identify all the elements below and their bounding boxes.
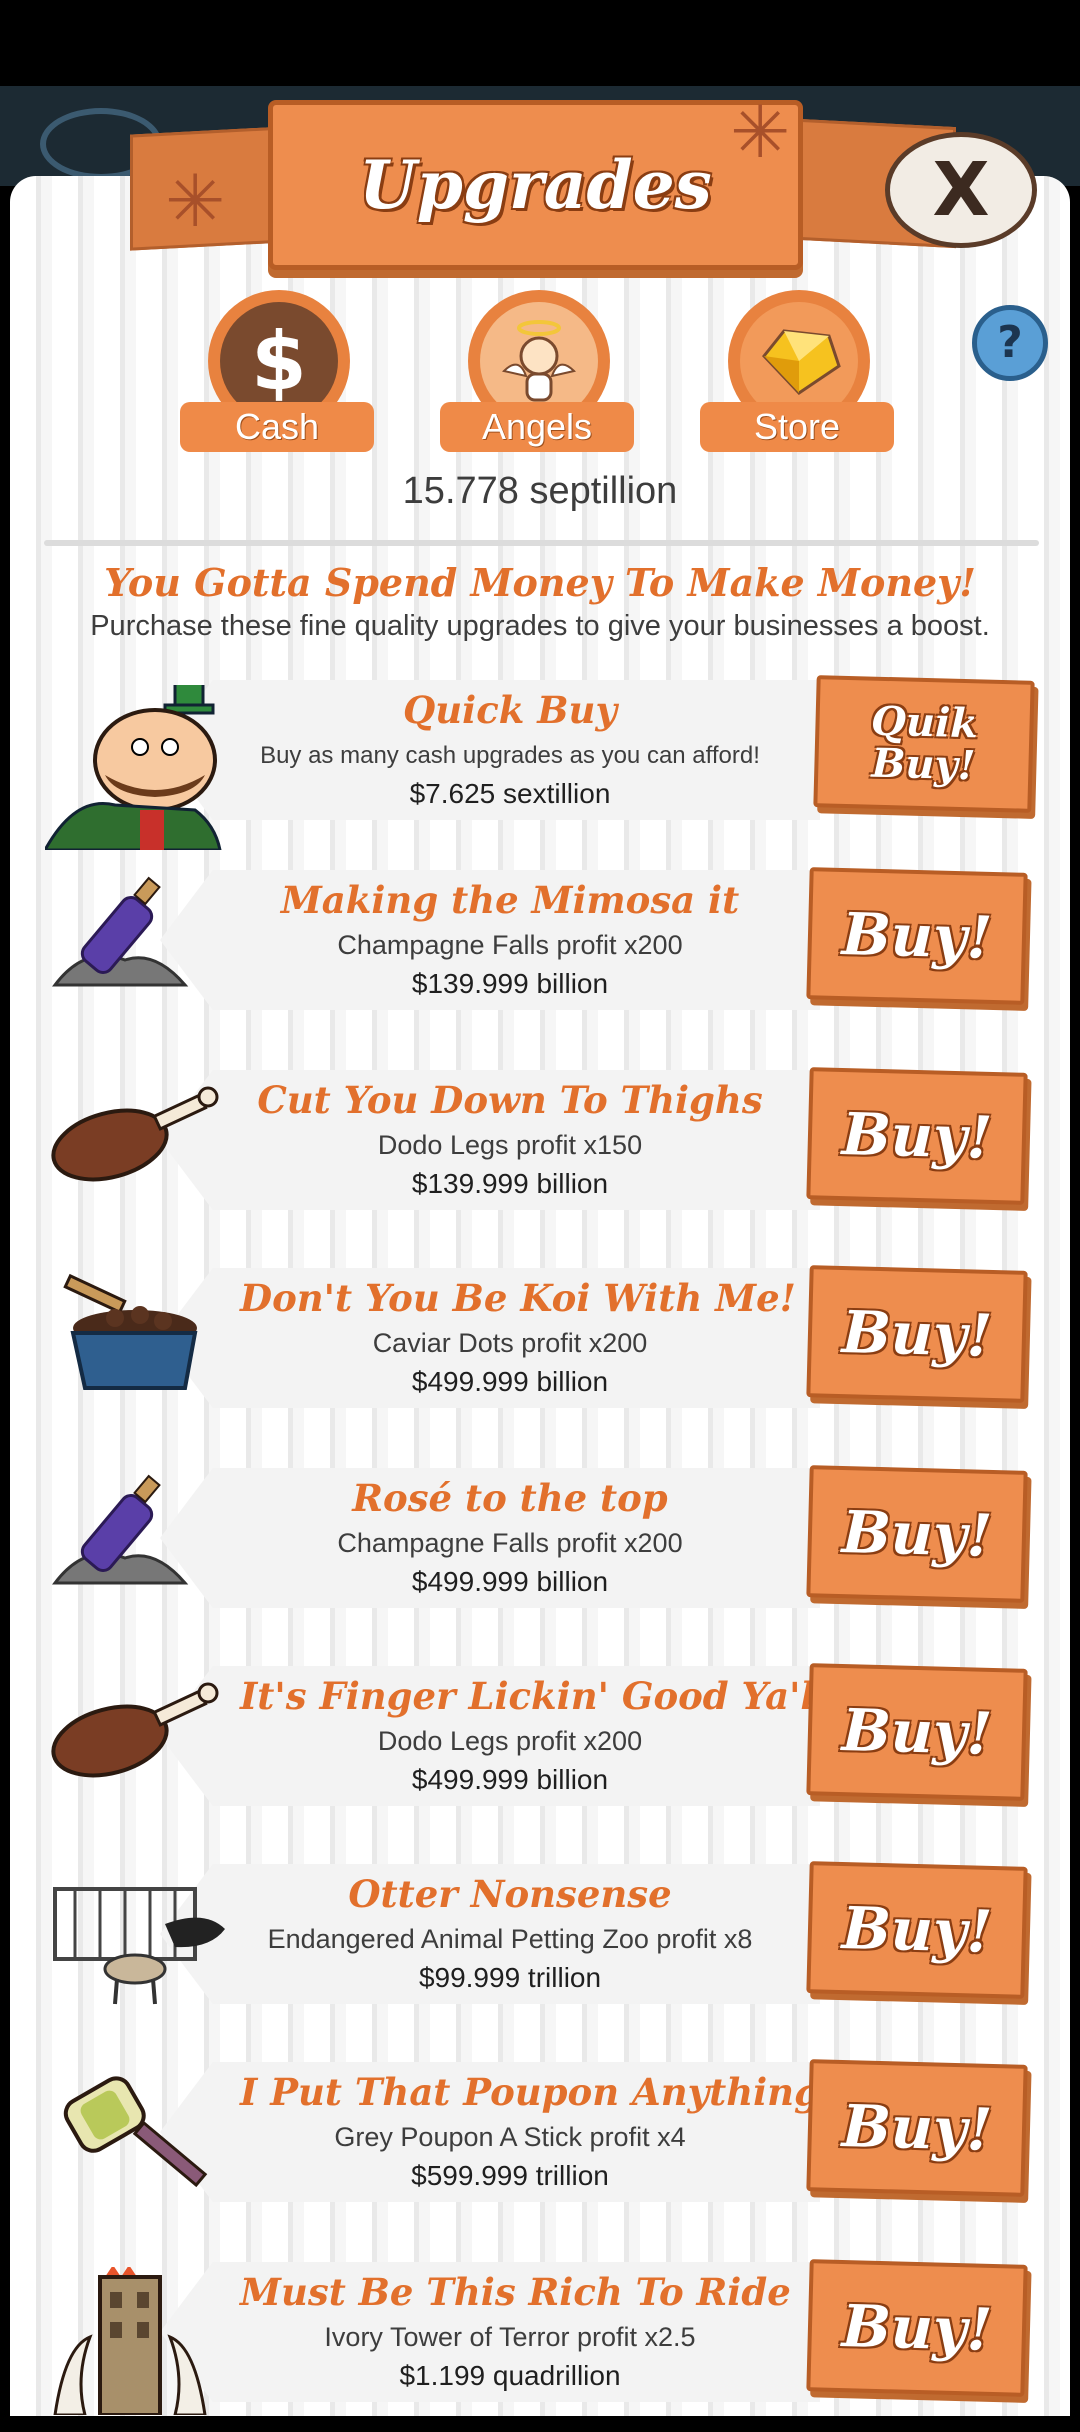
- upgrade-name: Rosé to the top: [352, 1476, 668, 1520]
- tab-store[interactable]: Store: [700, 290, 900, 460]
- upgrade-row: Rosé to the top Champagne Falls profit x…: [0, 1458, 1080, 1638]
- upgrade-name: Must Be This Rich To Ride: [240, 2270, 791, 2314]
- upgrade-name: It's Finger Lickin' Good Ya'll: [240, 1674, 829, 1718]
- buy-button[interactable]: Buy!: [806, 1861, 1028, 1999]
- upgrade-price: $499.999 billion: [411, 1366, 609, 1397]
- upgrade-desc: Grey Poupon A Stick profit x4: [334, 2122, 686, 2152]
- upgrade-row: It's Finger Lickin' Good Ya'll Dodo Legs…: [0, 1656, 1080, 1836]
- upgrade-price: $599.999 trillion: [411, 2160, 609, 2191]
- upgrade-desc: Dodo Legs profit x150: [377, 1130, 643, 1160]
- upgrade-desc: Dodo Legs profit x200: [377, 1726, 643, 1756]
- tab-store-label: Store: [700, 402, 894, 452]
- buy-button[interactable]: Buy!: [806, 2259, 1028, 2397]
- upgrade-price: $499.999 billion: [411, 1566, 609, 1597]
- caviar-bowl-icon: [45, 1273, 235, 1413]
- tab-cash-label: Cash: [180, 402, 374, 452]
- drumstick-icon: [45, 1075, 235, 1215]
- upgrade-price: $139.999 billion: [411, 968, 609, 999]
- upgrade-row: Must Be This Rich To Ride Ivory Tower of…: [0, 2252, 1080, 2432]
- upgrade-row: I Put That Poupon Anything! Grey Poupon …: [0, 2052, 1080, 2232]
- upgrade-price: $139.999 billion: [411, 1168, 609, 1199]
- close-button[interactable]: X: [885, 132, 1037, 248]
- upgrade-name: I Put That Poupon Anything!: [240, 2070, 837, 2114]
- buy-button[interactable]: Buy!: [806, 2059, 1028, 2197]
- upgrade-desc: Caviar Dots profit x200: [372, 1328, 648, 1358]
- upgrade-price: $99.999 trillion: [418, 1962, 602, 1993]
- upgrade-name: Don't You Be Koi With Me!: [240, 1276, 796, 1320]
- mustard-stick-icon: [45, 2067, 235, 2207]
- upgrade-name: Making the Mimosa it: [280, 878, 740, 922]
- champagne-bottle-icon: [45, 1473, 235, 1613]
- buy-button[interactable]: Buy!: [806, 867, 1028, 1005]
- tagline: You Gotta Spend Money To Make Money!: [104, 560, 976, 605]
- buy-button[interactable]: Buy!: [806, 1465, 1028, 1603]
- tab-cash[interactable]: $ Cash: [180, 290, 380, 460]
- cash-balance: 15.778 septillion: [402, 470, 678, 512]
- upgrade-row: Otter Nonsense Endangered Animal Petting…: [0, 1854, 1080, 2034]
- divider: [44, 540, 1039, 546]
- upgrade-price: $1.199 quadrillion: [399, 2360, 621, 2391]
- upgrade-name: Otter Nonsense: [348, 1872, 672, 1916]
- status-bar: [0, 0, 1080, 86]
- upgrade-price: $499.999 billion: [411, 1764, 609, 1795]
- subtitle: Purchase these fine quality upgrades to …: [90, 610, 990, 642]
- mascot-icon: [42, 673, 235, 852]
- petting-zoo-icon: [45, 1869, 235, 2009]
- upgrade-row: Making the Mimosa it Champagne Falls pro…: [0, 860, 1080, 1040]
- ivory-tower-icon: [45, 2265, 235, 2417]
- upgrade-desc: Endangered Animal Petting Zoo profit x8: [267, 1924, 753, 1954]
- upgrade-row: Don't You Be Koi With Me! Caviar Dots pr…: [0, 1258, 1080, 1438]
- title-plate: Upgrades: [268, 100, 803, 270]
- upgrade-desc: Buy as many cash upgrades as you can aff…: [260, 742, 760, 769]
- upgrade-name: Quick Buy: [403, 688, 617, 732]
- buy-button[interactable]: Buy!: [806, 1067, 1028, 1205]
- quick-buy-button[interactable]: Quik Buy!: [813, 675, 1035, 813]
- help-button[interactable]: ?: [972, 305, 1048, 381]
- upgrade-row: Cut You Down To Thighs Dodo Legs profit …: [0, 1060, 1080, 1240]
- quick-buy-row: Quick Buy Buy as many cash upgrades as y…: [0, 670, 1080, 852]
- buy-button[interactable]: Buy!: [806, 1265, 1028, 1403]
- upgrade-name: Cut You Down To Thighs: [257, 1078, 763, 1122]
- page-title: Upgrades: [359, 146, 712, 224]
- upgrade-price: $7.625 sextillion: [409, 778, 611, 809]
- upgrade-desc: Champagne Falls profit x200: [337, 1528, 683, 1558]
- upgrade-desc: Champagne Falls profit x200: [337, 930, 683, 960]
- upgrade-desc: Ivory Tower of Terror profit x2.5: [324, 2322, 696, 2352]
- buy-button[interactable]: Buy!: [806, 1663, 1028, 1801]
- champagne-bottle-icon: [45, 875, 235, 1015]
- tab-angels[interactable]: Angels: [440, 290, 640, 460]
- drumstick-icon: [45, 1671, 235, 1811]
- tab-angels-label: Angels: [440, 402, 634, 452]
- starburst-icon: ✳: [730, 90, 791, 174]
- starburst-icon: ✳: [165, 159, 226, 243]
